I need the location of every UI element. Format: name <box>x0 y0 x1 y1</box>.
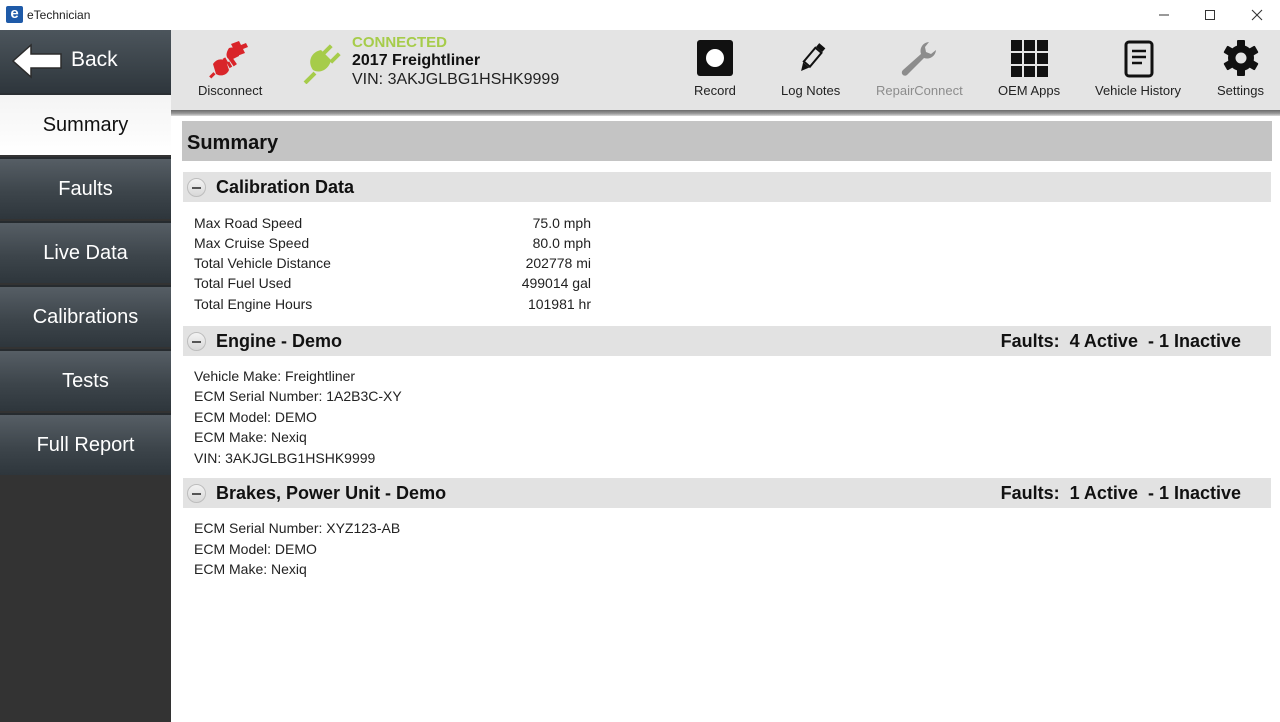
collapse-icon[interactable] <box>187 178 206 197</box>
ecm-info-line: ECM Serial Number: 1A2B3C-XY <box>194 388 402 404</box>
log-notes-label: Log Notes <box>781 83 841 98</box>
record-label: Record <box>694 83 736 98</box>
ecm-info-line: ECM Model: DEMO <box>194 541 317 557</box>
close-button[interactable] <box>1234 0 1280 30</box>
connected-vin: VIN: 3AKJGLBG1HSHK9999 <box>352 71 560 88</box>
pencil-icon <box>801 43 826 72</box>
sidebar-item-calibrations[interactable]: Calibrations <box>0 285 171 347</box>
close-icon <box>1251 9 1263 21</box>
ecm-info-line: ECM Model: DEMO <box>194 409 317 425</box>
wrench-icon <box>901 42 936 76</box>
section-header-brakes[interactable]: Brakes, Power Unit - Demo Faults: 1 Acti… <box>183 478 1271 508</box>
section-title: Engine - Demo <box>216 331 343 351</box>
minimize-icon <box>1159 14 1169 16</box>
ecm-info-line: ECM Make: Nexiq <box>194 429 307 445</box>
vehicle-history-label: Vehicle History <box>1095 83 1181 98</box>
collapse-icon[interactable] <box>187 332 206 351</box>
app-logo-icon: e <box>6 6 23 23</box>
section-title: Calibration Data <box>216 177 355 197</box>
page-title: Summary <box>187 132 279 154</box>
ecm-info-line: VIN: 3AKJGLBG1HSHK9999 <box>194 450 376 466</box>
connected-vehicle: 2017 Freightliner <box>352 52 481 69</box>
calibration-label: Total Fuel Used <box>194 275 292 291</box>
vehicle-history-button[interactable]: Vehicle History <box>1091 30 1187 110</box>
log-notes-button[interactable]: Log Notes <box>775 30 851 110</box>
maximize-icon <box>1205 10 1215 20</box>
calibration-label: Max Road Speed <box>194 215 303 231</box>
section-header-engine[interactable]: Engine - Demo Faults: 4 Active - 1 Inact… <box>183 326 1271 356</box>
record-button[interactable]: Record <box>685 30 747 110</box>
sidebar: Back Summary Faults Live Data Calibratio… <box>0 30 171 722</box>
calibration-value: 75.0 mph <box>532 215 591 231</box>
calibration-value: 101981 hr <box>527 296 591 312</box>
sidebar-item-faults[interactable]: Faults <box>0 157 171 219</box>
maximize-button[interactable] <box>1187 0 1233 30</box>
disconnect-label: Disconnect <box>198 83 263 98</box>
repairconnect-button[interactable]: RepairConnect <box>873 30 969 110</box>
sidebar-item-summary[interactable]: Summary <box>0 93 171 155</box>
calibration-label: Total Engine Hours <box>194 296 313 312</box>
sidebar-item-live-data[interactable]: Live Data <box>0 221 171 283</box>
document-icon <box>1124 40 1154 78</box>
settings-label: Settings <box>1217 83 1264 98</box>
section-title: Brakes, Power Unit - Demo <box>216 483 447 503</box>
oem-apps-button[interactable]: OEM Apps <box>994 30 1066 110</box>
disconnect-button[interactable]: Disconnect <box>195 30 267 110</box>
ecm-info-line: ECM Make: Nexiq <box>194 561 307 577</box>
calibration-label: Total Vehicle Distance <box>194 255 331 271</box>
fault-summary: Faults: 4 Active - 1 Inactive <box>1000 331 1241 351</box>
connection-status: CONNECTED <box>352 34 448 51</box>
fault-summary: Faults: 1 Active - 1 Inactive <box>1000 483 1241 503</box>
repairconnect-label: RepairConnect <box>876 83 963 98</box>
collapse-icon[interactable] <box>187 484 206 503</box>
minimize-button[interactable] <box>1141 0 1187 30</box>
sidebar-item-tests[interactable]: Tests <box>0 349 171 411</box>
summary-content: Summary Calibration Data Max Road Speed … <box>171 116 1280 722</box>
title-bar: e eTechnician <box>0 0 1280 30</box>
back-button[interactable]: Back <box>0 30 171 93</box>
connected-plug-icon <box>303 44 341 84</box>
settings-button[interactable]: Settings <box>1211 30 1271 110</box>
calibration-value: 80.0 mph <box>532 235 591 251</box>
sidebar-item-full-report[interactable]: Full Report <box>0 413 171 475</box>
ecm-info-line: Vehicle Make: Freightliner <box>194 368 356 384</box>
page-header: Summary <box>182 121 1272 161</box>
toolbar: Disconnect CONNECTED 2017 Freightliner V… <box>171 30 1280 110</box>
calibration-label: Max Cruise Speed <box>194 235 310 251</box>
gear-icon <box>1223 40 1259 76</box>
calibration-value: 499014 gal <box>521 275 591 291</box>
record-icon <box>697 40 733 76</box>
oem-apps-label: OEM Apps <box>998 83 1061 98</box>
ecm-info-line: ECM Serial Number: XYZ123-AB <box>194 520 401 536</box>
back-arrow-icon <box>11 43 62 79</box>
window-title: eTechnician <box>27 8 91 22</box>
grid-icon <box>1011 40 1048 77</box>
back-label: Back <box>71 48 118 71</box>
disconnect-plug-icon <box>209 41 248 79</box>
section-header-calibration-data[interactable]: Calibration Data <box>183 172 1271 202</box>
calibration-value: 202778 mi <box>525 255 591 271</box>
